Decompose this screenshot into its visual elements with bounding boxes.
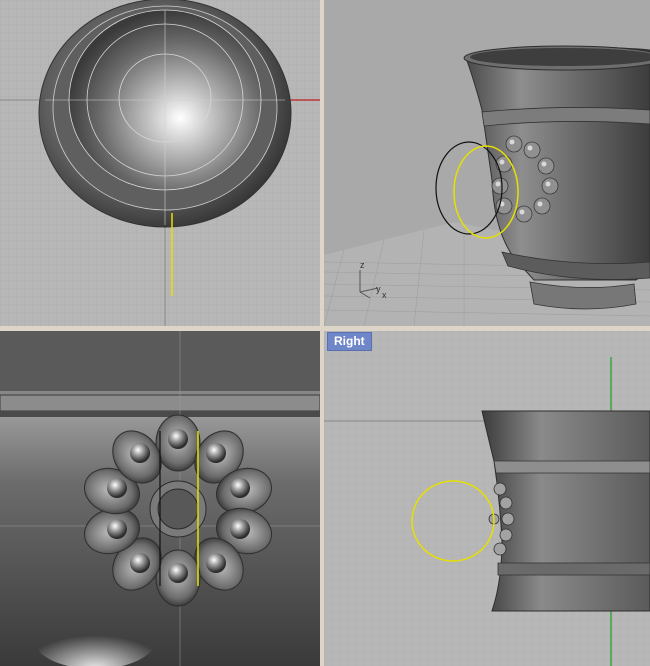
viewport-label-right[interactable]: Right (327, 332, 372, 351)
viewport-right[interactable]: z CG Right (324, 331, 650, 666)
viewport-front[interactable] (0, 331, 320, 666)
viewport-top[interactable] (0, 0, 320, 326)
axis-y-label: y (376, 284, 381, 294)
cup-side-view[interactable] (481, 410, 650, 612)
bowl-top-view[interactable] (38, 0, 292, 228)
axis-z-label: z (360, 260, 365, 270)
viewport-perspective[interactable]: z y x (324, 0, 650, 326)
axis-x-label: x (382, 290, 387, 300)
